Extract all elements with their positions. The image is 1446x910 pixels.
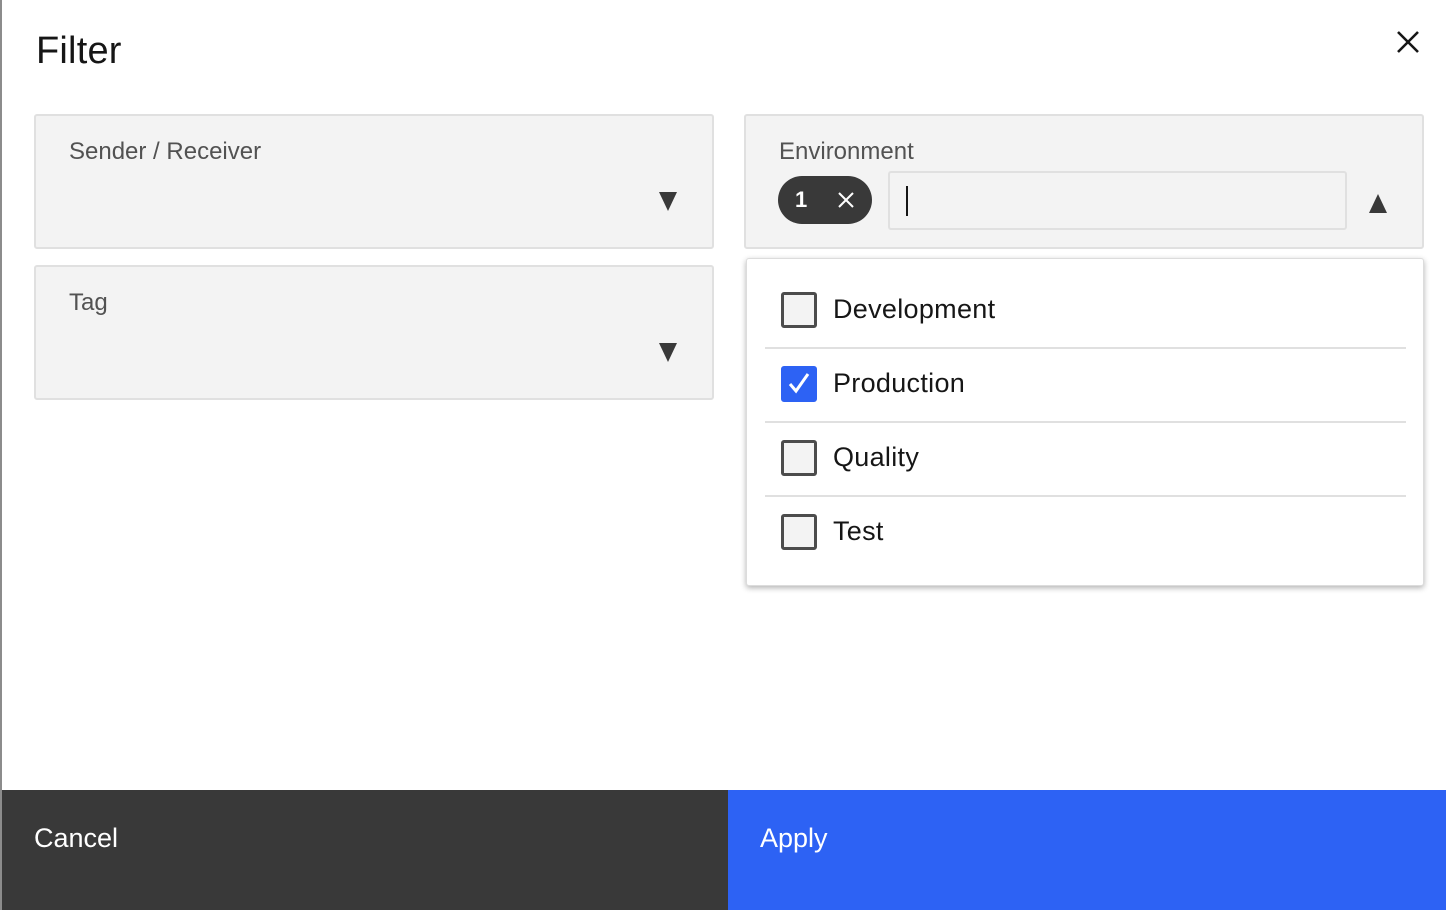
close-icon — [838, 192, 854, 208]
caret-up-icon[interactable] — [1366, 192, 1390, 216]
checkbox-development[interactable] — [781, 292, 817, 328]
checkbox-test[interactable] — [781, 514, 817, 550]
close-button[interactable] — [1390, 24, 1426, 60]
filter-dialog: Filter Sender / Receiver Tag Environment… — [0, 0, 1446, 910]
selection-count-tag: 1 — [778, 176, 872, 224]
option-test[interactable]: Test — [765, 497, 1406, 571]
option-label: Test — [833, 516, 884, 546]
option-development[interactable]: Development — [765, 275, 1406, 349]
option-quality[interactable]: Quality — [765, 423, 1406, 497]
checkbox-production[interactable] — [781, 366, 817, 402]
option-label: Quality — [833, 442, 920, 472]
environment-label: Environment — [779, 138, 914, 165]
tag-label: Tag — [69, 289, 108, 316]
option-label: Development — [833, 294, 996, 324]
option-label: Production — [833, 368, 966, 398]
sender-receiver-dropdown[interactable]: Sender / Receiver — [34, 114, 714, 249]
tag-dropdown[interactable]: Tag — [34, 265, 714, 400]
caret-down-icon[interactable] — [656, 189, 680, 213]
caret-down-icon[interactable] — [656, 340, 680, 364]
close-icon — [1397, 31, 1419, 53]
option-production[interactable]: Production — [765, 349, 1406, 423]
clear-selection-button[interactable] — [834, 188, 858, 212]
dialog-title: Filter — [36, 30, 122, 72]
apply-button[interactable]: Apply — [728, 790, 1446, 910]
environment-search-input[interactable] — [888, 171, 1347, 230]
text-cursor — [906, 186, 908, 216]
apply-button-label: Apply — [760, 823, 828, 853]
environment-multiselect[interactable]: Environment 1 — [744, 114, 1424, 249]
sender-receiver-label: Sender / Receiver — [69, 138, 262, 165]
checkmark-icon — [788, 373, 810, 394]
cancel-button[interactable]: Cancel — [2, 790, 728, 910]
checkbox-quality[interactable] — [781, 440, 817, 476]
selection-count: 1 — [795, 187, 808, 212]
environment-options-menu: Development Production Quality Test — [746, 258, 1424, 586]
cancel-button-label: Cancel — [34, 823, 119, 853]
